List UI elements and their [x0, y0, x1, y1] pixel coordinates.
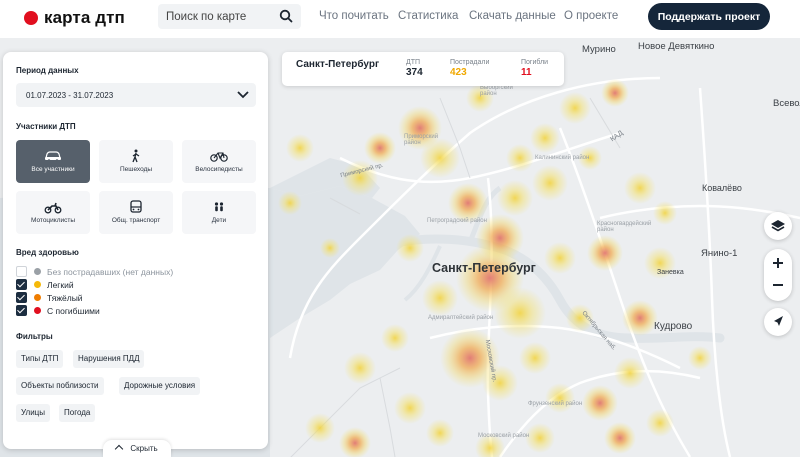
checkbox[interactable]	[16, 305, 27, 316]
map-district-moskovsky: Московский район	[478, 433, 530, 439]
participant-label: Пешеходы	[119, 166, 153, 173]
period-value: 01.07.2023 - 31.07.2023	[26, 91, 114, 100]
map-place-yanino: Янино-1	[701, 248, 738, 259]
nav-link-reading[interactable]: Что почитать	[319, 10, 389, 22]
filter-chip-road-conditions[interactable]: Дорожные условия	[119, 377, 201, 395]
harm-label: С погибшими	[47, 305, 100, 316]
harm-option-severe[interactable]: Тяжёлый	[16, 292, 83, 303]
bus-icon	[130, 200, 142, 213]
plus-icon[interactable]	[764, 249, 792, 275]
participant-motorcyclists[interactable]: Мотоциклисты	[16, 191, 90, 234]
map-district-krasnogvardeysky: Красногвардейский район	[597, 221, 652, 233]
stat-accidents: ДТП 374	[406, 59, 423, 78]
map-place-murino: Мурино	[582, 44, 616, 55]
layers-icon	[771, 220, 785, 232]
filter-chip-weather[interactable]: Погода	[59, 404, 96, 422]
harm-label: Легкий	[47, 279, 74, 290]
stat-value: 423	[450, 67, 467, 78]
participant-label: Все участники	[31, 166, 75, 173]
stat-value: 374	[406, 67, 423, 78]
map-city-label: Санкт-Петербург	[432, 261, 536, 275]
status-dot-icon	[34, 294, 41, 301]
filters-title: Фильтры	[16, 332, 53, 341]
map-place-zanevka: Заневка	[657, 269, 684, 276]
navigation-arrow-icon	[774, 316, 783, 326]
map-district-admiralteysky: Адмиралтейский район	[428, 315, 494, 321]
checkbox[interactable]	[16, 266, 27, 277]
participants-title: Участники ДТП	[16, 122, 76, 131]
chevron-down-icon[interactable]	[230, 83, 256, 107]
search-box	[158, 4, 301, 29]
search-input[interactable]	[158, 4, 268, 29]
participant-label: Мотоциклисты	[30, 217, 76, 224]
participant-public-transport[interactable]: Общ. транспорт	[99, 191, 173, 234]
map-district-frunzensky: Фрунзенский район	[528, 401, 583, 407]
stat-value: 11	[521, 67, 532, 78]
city-stats-card: Санкт-Петербург ДТП 374 Пострадали 423 П…	[282, 52, 564, 86]
city-name: Санкт-Петербург	[296, 59, 380, 70]
nav-link-about[interactable]: О проекте	[564, 10, 618, 22]
map-place-kovalevo: Ковалёво	[702, 183, 742, 193]
harm-label: Без пострадавших (нет данных)	[47, 266, 174, 277]
period-select[interactable]: 01.07.2023 - 31.07.2023	[16, 83, 256, 107]
support-project-button[interactable]: Поддержать проект	[648, 3, 770, 30]
harm-option-light[interactable]: Легкий	[16, 279, 74, 290]
stat-injured: Пострадали 423	[450, 59, 489, 78]
filter-chip-violations[interactable]: Нарушения ПДД	[73, 350, 145, 368]
checkbox[interactable]	[16, 292, 27, 303]
stat-label: Погибли	[521, 59, 549, 66]
filter-panel: Период данных 01.07.2023 - 31.07.2023 Уч…	[3, 52, 268, 449]
map-place-vsevolozhsk: Всеволожск	[773, 98, 800, 109]
minus-icon[interactable]	[764, 275, 792, 301]
car-icon	[45, 151, 61, 162]
checkbox[interactable]	[16, 279, 27, 290]
children-icon	[214, 202, 224, 212]
motorcycle-icon	[44, 202, 62, 214]
participant-cyclists[interactable]: Велосипедисты	[182, 140, 256, 183]
filter-chip-accident-types[interactable]: Типы ДТП	[16, 350, 64, 368]
harm-option-fatal[interactable]: С погибшими	[16, 305, 100, 316]
layers-button[interactable]	[764, 212, 792, 240]
status-dot-icon	[34, 268, 41, 275]
participant-all[interactable]: Все участники	[16, 140, 90, 183]
logo-text: карта дтп	[44, 8, 125, 27]
harm-title: Вред здоровью	[16, 248, 79, 257]
participant-label: Общ. транспорт	[111, 217, 161, 224]
harm-label: Тяжёлый	[47, 292, 83, 303]
harm-option-no-injured[interactable]: Без пострадавших (нет данных)	[16, 266, 173, 277]
search-icon[interactable]	[279, 9, 293, 23]
logo-dot-icon	[24, 11, 38, 25]
hide-label: Скрыть	[130, 444, 158, 453]
filter-chip-streets[interactable]: Улицы	[16, 404, 51, 422]
stat-label: ДТП	[406, 59, 421, 66]
map-district-kalininsky: Калининский район	[535, 155, 590, 161]
map-place-novoe-devyatkino: Новое Девяткино	[638, 41, 715, 52]
pedestrian-icon	[132, 149, 140, 163]
status-dot-icon	[34, 307, 41, 314]
nav-link-statistics[interactable]: Статистика	[398, 10, 458, 22]
stat-label: Пострадали	[450, 59, 490, 66]
stat-killed: Погибли 11	[521, 59, 548, 78]
top-bar: карта дтп Что почитать Статистика Скачат…	[0, 0, 800, 38]
map-district-petrogradsky: Петроградский район	[427, 218, 487, 224]
logo[interactable]: карта дтп	[24, 8, 125, 28]
locate-button[interactable]	[764, 308, 792, 336]
filter-chip-nearby-objects[interactable]: Объекты поблизости	[16, 377, 104, 395]
participant-pedestrians[interactable]: Пешеходы	[99, 140, 173, 183]
participant-label: Велосипедисты	[195, 166, 243, 173]
bicycle-icon	[210, 152, 228, 162]
chevron-up-icon	[115, 444, 124, 454]
period-title: Период данных	[16, 66, 79, 75]
hide-panel-button[interactable]: Скрыть	[103, 440, 171, 457]
zoom-control	[764, 249, 792, 301]
participant-children[interactable]: Дети	[182, 191, 256, 234]
map-district-vyborgsky: Выборгский район	[480, 85, 513, 97]
map-place-kudrovo: Кудрово	[654, 321, 693, 332]
nav-link-download[interactable]: Скачать данные	[469, 10, 556, 22]
status-dot-icon	[34, 281, 41, 288]
map-district-primorsky: Приморский район	[404, 134, 439, 146]
participant-label: Дети	[211, 217, 227, 224]
